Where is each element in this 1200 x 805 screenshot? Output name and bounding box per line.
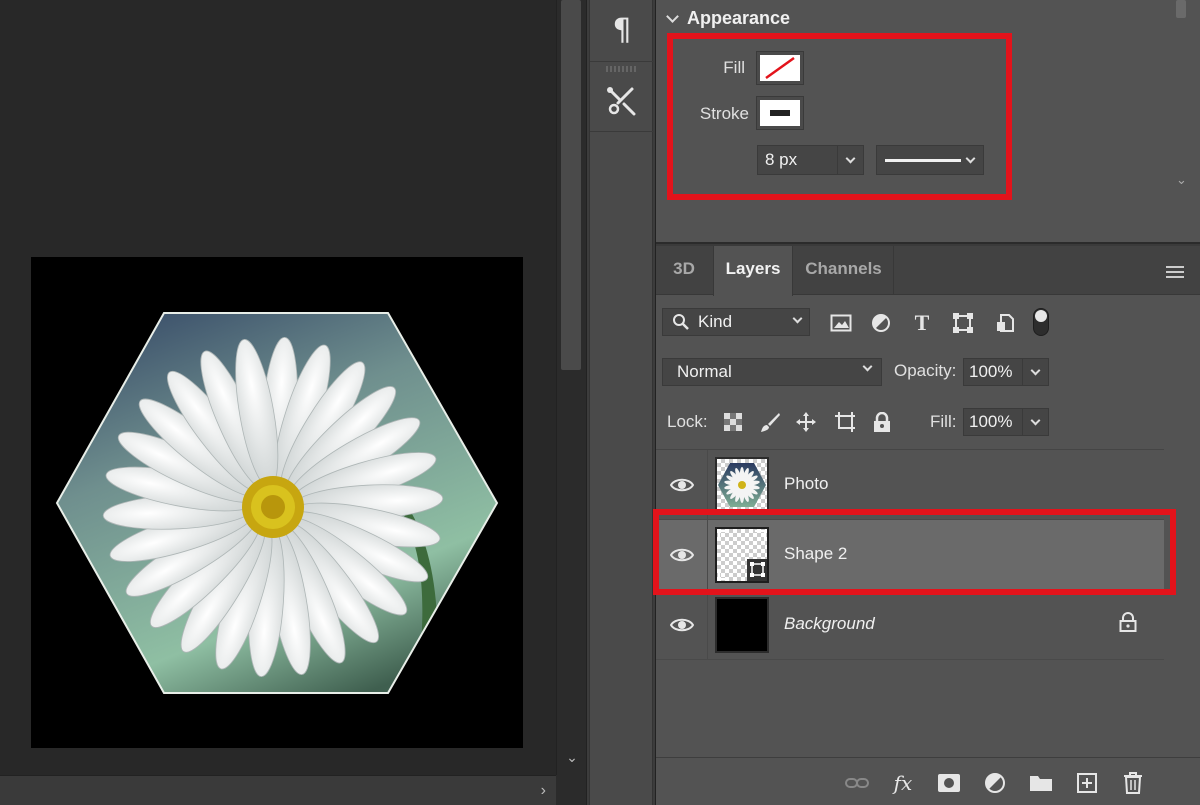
appearance-section-header[interactable]: Appearance [666,6,791,30]
lock-row: Lock: Fill: 100% [656,406,1200,438]
properties-scrollbar[interactable]: ⌄ [1164,0,1200,200]
blend-mode-dropdown[interactable]: Normal [662,358,882,386]
panel-dock: ¶ [586,0,656,805]
new-layer-icon[interactable] [1074,771,1100,795]
fx-icon[interactable]: fx [890,771,916,795]
panel-menu-icon[interactable] [1166,266,1184,278]
opacity-value[interactable]: 100% [964,359,1022,385]
daisy-thumbnail-image [718,463,766,507]
smart-object-filter-icon[interactable] [993,312,1017,334]
panel-tab-bar: 3D Layers Channels [656,246,1200,296]
tab-layers[interactable]: Layers [713,246,793,296]
scrollbar-thumb[interactable] [561,0,581,370]
mask-icon[interactable] [936,771,962,795]
layer-name[interactable]: Background [784,614,875,634]
filter-kind-label: Kind [698,312,733,331]
chevron-down-icon [1030,365,1041,375]
canvas-vertical-scrollbar[interactable]: ⌄ [556,0,586,775]
layer-filter-row: Kind T [656,308,1200,342]
layer-name[interactable]: Photo [784,474,828,494]
layer-thumbnail-photo[interactable] [715,457,769,513]
scroll-down-icon[interactable]: ⌄ [1176,172,1187,188]
lock-artboard-icon[interactable] [833,410,857,434]
link-icon[interactable] [844,771,870,795]
pixel-layer-filter-icon[interactable] [829,312,853,334]
lock-image-pixels-icon[interactable] [758,410,782,434]
blend-mode-value: Normal [677,362,732,381]
properties-panel-button[interactable] [590,70,654,132]
opacity-label: Opacity: [894,361,957,380]
canvas-horizontal-scrollbar[interactable]: › [0,775,556,805]
fill-dropdown-button[interactable] [1022,409,1048,435]
scroll-corner [556,775,586,805]
adjustment-layer-filter-icon[interactable] [869,312,893,334]
panel-dock-strip: ¶ [589,0,654,805]
scroll-right-icon[interactable]: › [541,782,546,800]
type-layer-filter-icon[interactable]: T [910,310,934,335]
filter-toggle-switch[interactable] [1033,308,1049,336]
shape-layer-filter-icon[interactable] [951,312,975,334]
daisy-hexagon-image [55,312,499,694]
chevron-down-icon [666,9,679,23]
selected-layer-highlight-box [653,509,1176,595]
layers-panel-footer: fx [656,757,1200,805]
lock-icon [1119,612,1137,632]
layer-thumbnail-background[interactable] [715,597,769,653]
layer-fill-label: Fill: [930,412,957,431]
adjustment-icon[interactable] [982,771,1008,795]
folder-icon[interactable] [1028,771,1054,795]
tab-channels[interactable]: Channels [794,246,894,295]
blend-row: Normal Opacity: 100% [656,358,1200,390]
lock-all-icon[interactable] [870,410,894,434]
scrollbar-thumb[interactable] [1176,0,1186,18]
appearance-highlight-box [667,33,1012,200]
appearance-title: Appearance [687,7,791,28]
chevron-down-icon [1030,415,1041,425]
search-icon [673,314,689,330]
layer-fill-field[interactable]: 100% [963,408,1049,436]
visibility-toggle[interactable] [656,590,708,660]
lock-transparent-pixels-icon[interactable] [721,410,745,434]
layer-row-background[interactable]: Background [656,590,1164,660]
lock-position-icon[interactable] [794,410,818,434]
trash-icon[interactable] [1120,771,1146,795]
layer-fill-value[interactable]: 100% [964,409,1022,435]
eye-icon [669,478,694,492]
chevron-down-icon [862,361,873,372]
artboard[interactable] [31,257,523,748]
paragraph-panel-button[interactable]: ¶ [590,0,654,62]
eye-icon [669,618,694,632]
properties-tools-icon [607,86,636,115]
document-canvas[interactable] [0,0,556,775]
chevron-down-icon [792,313,803,324]
scroll-down-icon[interactable]: ⌄ [564,748,580,766]
paragraph-icon: ¶ [612,13,632,48]
lock-label: Lock: [667,412,708,431]
tab-3d[interactable]: 3D [656,246,712,295]
opacity-dropdown-button[interactable] [1022,359,1048,385]
opacity-field[interactable]: 100% [963,358,1049,386]
filter-kind-dropdown[interactable]: Kind [662,308,810,336]
